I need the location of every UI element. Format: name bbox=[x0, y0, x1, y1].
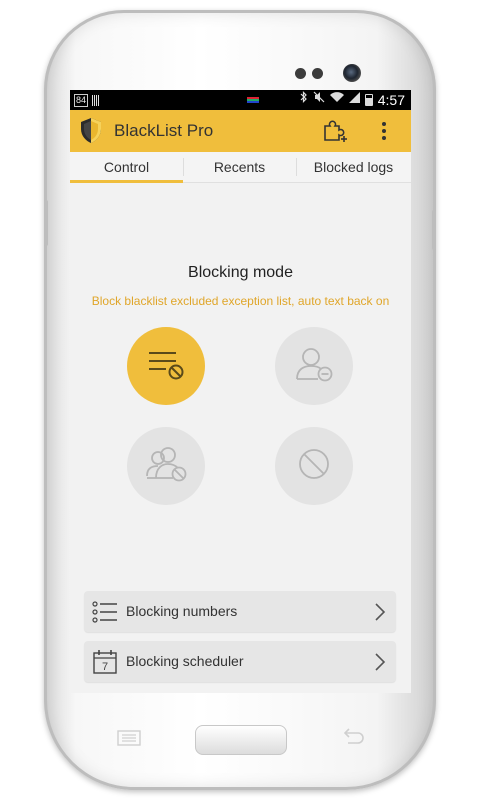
mode-contacts-block-button[interactable] bbox=[127, 427, 205, 505]
blocking-scheduler-label: Blocking scheduler bbox=[126, 653, 244, 669]
puzzle-add-icon[interactable] bbox=[322, 118, 348, 144]
power-button bbox=[432, 210, 436, 250]
app-bar: BlackList Pro bbox=[70, 110, 411, 152]
volume-button bbox=[44, 200, 48, 246]
blocking-mode-title: Blocking mode bbox=[188, 264, 293, 281]
blocking-numbers-item[interactable]: Blocking numbers bbox=[84, 591, 396, 632]
contacts-block-icon bbox=[145, 446, 187, 487]
home-button[interactable] bbox=[195, 725, 287, 755]
tab-bar: Control Recents Blocked logs bbox=[70, 152, 411, 183]
mode-block-all-button[interactable] bbox=[275, 427, 353, 505]
block-all-icon bbox=[296, 446, 332, 487]
signal-icon bbox=[348, 90, 360, 110]
back-key-icon[interactable] bbox=[340, 728, 364, 746]
mode-contact-remove-button[interactable] bbox=[275, 327, 353, 405]
blacklist-block-icon bbox=[146, 347, 186, 386]
app-title: BlackList Pro bbox=[114, 121, 214, 140]
blocking-scheduler-item[interactable]: 7 Blocking scheduler bbox=[84, 641, 396, 682]
notification-badge: 84 bbox=[74, 93, 89, 107]
tab-control[interactable]: Control bbox=[70, 152, 183, 183]
battery-icon bbox=[364, 94, 373, 106]
chevron-right-icon bbox=[374, 652, 386, 672]
flag-icon bbox=[247, 97, 259, 103]
sensor-dot bbox=[295, 68, 306, 79]
blocking-mode-description: Block blacklist excluded exception list,… bbox=[91, 294, 390, 308]
blocking-numbers-label: Blocking numbers bbox=[126, 603, 238, 619]
more-vertical-icon[interactable] bbox=[374, 116, 394, 146]
front-camera bbox=[343, 64, 361, 82]
mute-icon bbox=[313, 90, 325, 110]
calendar-day: 7 bbox=[102, 661, 108, 673]
list-icon bbox=[92, 599, 118, 625]
bluetooth-icon bbox=[300, 90, 308, 110]
menu-key-icon[interactable] bbox=[116, 730, 142, 746]
tab-blocked-logs[interactable]: Blocked logs bbox=[296, 152, 411, 182]
sensor-dot bbox=[312, 68, 323, 79]
screen: 84 4:57 BlackList Pro Control Recents Bl… bbox=[70, 90, 411, 693]
calendar-icon: 7 bbox=[92, 649, 118, 675]
wifi-icon bbox=[329, 90, 344, 110]
shield-icon bbox=[80, 117, 102, 144]
mode-blacklist-button[interactable] bbox=[127, 327, 205, 405]
status-bar: 84 4:57 bbox=[70, 90, 411, 110]
chevron-right-icon bbox=[374, 602, 386, 622]
barcode-icon bbox=[92, 94, 101, 106]
clock: 4:57 bbox=[377, 92, 405, 108]
tab-recents[interactable]: Recents bbox=[183, 152, 296, 182]
contact-remove-icon bbox=[294, 346, 334, 387]
